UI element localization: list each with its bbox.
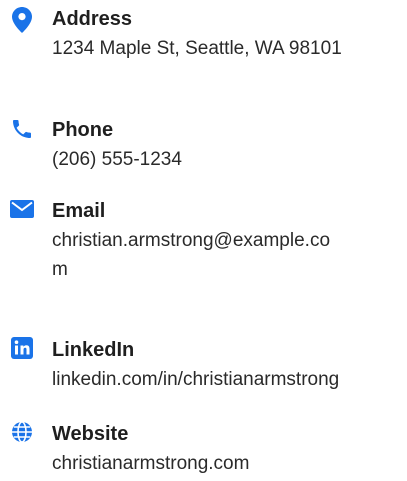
contact-info-list: Address 1234 Maple St, Seattle, WA 98101… — [0, 0, 407, 481]
address-label: Address — [52, 8, 133, 30]
map-pin-icon — [8, 6, 36, 34]
address-value: 1234 Maple St, Seattle, WA 98101 — [52, 38, 342, 59]
linkedin-label: LinkedIn — [52, 339, 135, 361]
globe-icon — [8, 418, 36, 446]
website-value[interactable]: christianarmstrong.com — [52, 449, 342, 478]
linkedin-value[interactable]: linkedin.com/in/christianarmstrong — [52, 365, 342, 394]
email-value[interactable]: christian.armstrong@example.com — [52, 226, 342, 284]
phone-value: (206) 555-1234 — [52, 149, 182, 170]
website-label: Website — [52, 423, 129, 445]
linkedin-icon — [8, 334, 36, 362]
envelope-icon — [8, 195, 36, 223]
phone-icon — [8, 115, 36, 143]
email-label: Email — [52, 200, 106, 222]
phone-label: Phone — [52, 119, 114, 141]
